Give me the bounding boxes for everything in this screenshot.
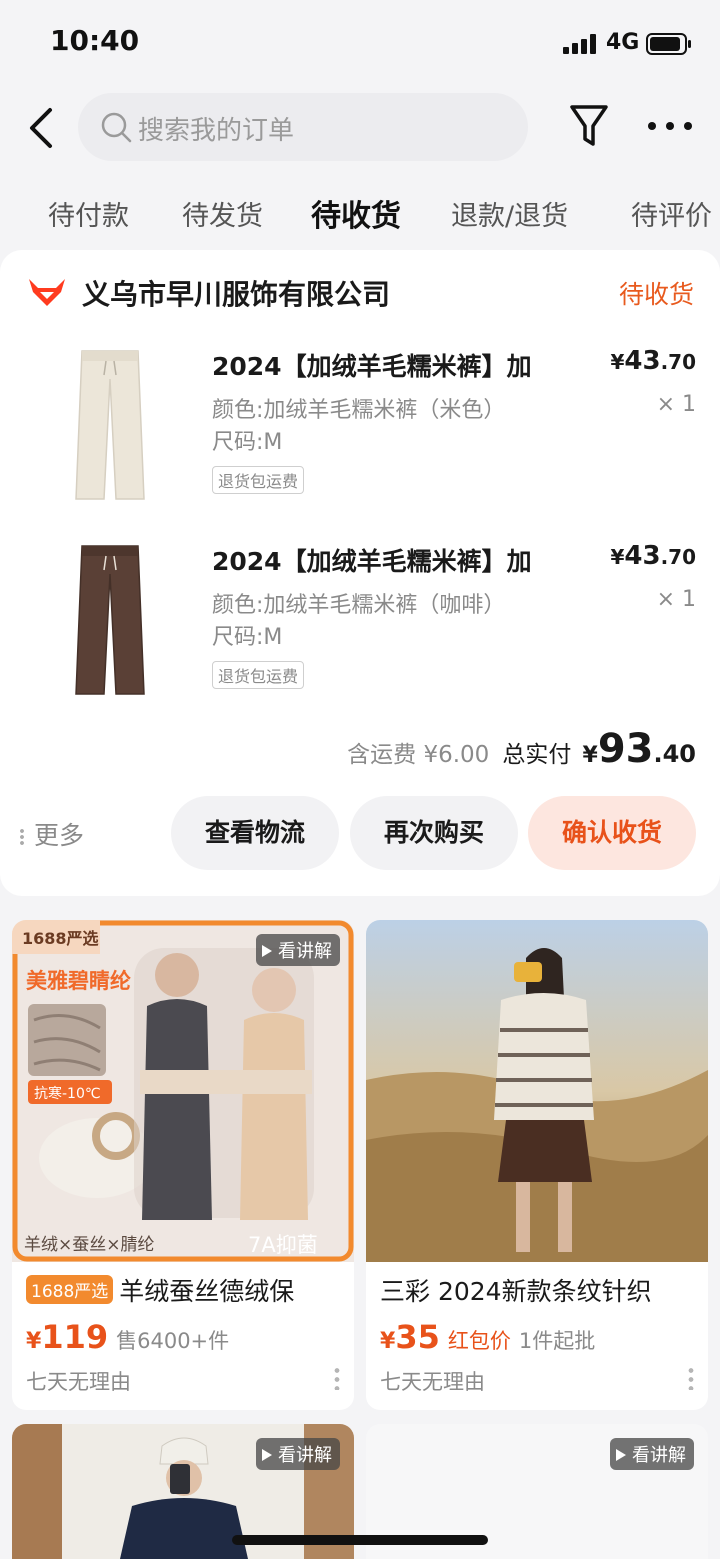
status-bar: 10:40 4G <box>0 0 720 88</box>
order-status: 待收货 <box>618 280 694 309</box>
total-currency: ¥ <box>582 743 598 768</box>
card-more-icon[interactable] <box>334 1366 340 1390</box>
buy-again-button[interactable]: 再次购买 <box>350 796 518 870</box>
product-image-coffee-pants <box>75 545 145 695</box>
recommended-product-card[interactable]: 三彩 2024新款条纹针织 ¥35 红包价 1件起批 七天无理由 <box>366 920 708 1410</box>
tab-pending-receipt[interactable]: 待收货 <box>311 191 401 235</box>
more-options-icon[interactable] <box>644 110 696 142</box>
tab-pending-review[interactable]: 待评价 <box>631 194 712 233</box>
svg-text:1688严选: 1688严选 <box>22 929 99 948</box>
item-size: 尺码:M <box>212 430 283 455</box>
product-image-knit-cardigan <box>366 920 708 1262</box>
total-amount: 93 <box>597 726 654 772</box>
watch-explanation-chip[interactable]: 看讲解 <box>256 934 340 966</box>
item-quantity: × 1 <box>656 587 696 612</box>
battery-icon <box>646 33 691 55</box>
item-quantity: × 1 <box>656 392 696 417</box>
order-item[interactable]: 2024【加绒羊毛糯米裤】加 颜色:加绒羊毛糯米裤（米色） 尺码:M 退货包运费… <box>0 345 720 525</box>
search-input[interactable]: 搜索我的订单 <box>78 93 528 161</box>
product-image-thermal-wear: 1688严选 美雅碧睛纶 抗寒-10℃ 羊绒×蚕丝×腈纶 7A抑菌 <box>12 920 354 1262</box>
return-policy-note: 七天无理由 <box>380 1370 485 1394</box>
product-title: 三彩 2024新款条纹针织 <box>380 1277 652 1306</box>
order-total: 含运费 ¥6.00 总实付 ¥93.40 <box>347 726 696 772</box>
watch-explanation-chip[interactable]: 看讲解 <box>610 1438 694 1470</box>
svg-text:美雅碧睛纶: 美雅碧睛纶 <box>26 969 131 993</box>
item-price: ¥43.70 <box>610 541 696 571</box>
product-title: 1688严选 羊绒蚕丝德绒保 <box>26 1272 344 1308</box>
network-label: 4G <box>606 30 640 55</box>
svg-text:抗寒-10℃: 抗寒-10℃ <box>34 1085 101 1102</box>
item-size: 尺码:M <box>212 625 283 650</box>
return-shipping-tag: 退货包运费 <box>212 661 305 689</box>
total-label: 总实付 <box>502 742 572 768</box>
watch-explanation-chip[interactable]: 看讲解 <box>256 1438 340 1470</box>
item-title: 2024【加绒羊毛糯米裤】加 <box>212 352 532 381</box>
search-placeholder: 搜索我的订单 <box>138 116 295 146</box>
item-spec: 颜色:加绒羊毛糯米裤（米色） <box>212 398 506 423</box>
svg-text:羊绒×蚕丝×腈纶: 羊绒×蚕丝×腈纶 <box>24 1235 155 1255</box>
tab-pending-payment[interactable]: 待付款 <box>48 194 129 233</box>
shop-logo-icon[interactable] <box>28 276 66 308</box>
more-actions-link[interactable]: 更多 <box>20 816 84 852</box>
home-indicator[interactable] <box>232 1535 488 1545</box>
shop-name[interactable]: 义乌市早川服饰有限公司 <box>82 273 390 313</box>
product-price: ¥119 售6400+件 <box>26 1318 230 1356</box>
svg-text:7A抑菌: 7A抑菌 <box>248 1233 318 1257</box>
tab-pending-shipment[interactable]: 待发货 <box>182 194 263 233</box>
order-item[interactable]: 2024【加绒羊毛糯米裤】加 颜色:加绒羊毛糯米裤（咖啡） 尺码:M 退货包运费… <box>0 540 720 720</box>
return-policy-note: 七天无理由 <box>26 1370 131 1394</box>
confirm-receipt-button[interactable]: 确认收货 <box>528 796 696 870</box>
card-more-icon[interactable] <box>688 1366 694 1390</box>
play-icon <box>262 945 272 957</box>
recommended-product-card[interactable]: 1688严选 美雅碧睛纶 抗寒-10℃ 羊绒×蚕丝×腈纶 7A抑菌 看讲解 16… <box>12 920 354 1410</box>
vertical-dots-icon <box>20 828 24 846</box>
back-icon[interactable] <box>24 106 64 150</box>
search-icon <box>101 112 132 143</box>
return-shipping-tag: 退货包运费 <box>212 466 305 494</box>
item-title: 2024【加绒羊毛糯米裤】加 <box>212 547 532 576</box>
status-time: 10:40 <box>50 24 140 57</box>
order-card: 义乌市早川服饰有限公司 待收货 2024【加绒羊毛糯米裤】加 颜色:加绒羊毛糯米… <box>0 250 720 896</box>
view-logistics-button[interactable]: 查看物流 <box>171 796 339 870</box>
product-image-beige-pants <box>75 350 145 500</box>
signal-icon <box>563 34 596 54</box>
selection-badge: 1688严选 <box>26 1275 114 1304</box>
shipping-fee: 含运费 ¥6.00 <box>347 742 490 768</box>
total-decimal: .40 <box>653 740 696 768</box>
product-price: ¥35 红包价 1件起批 <box>380 1318 596 1356</box>
item-spec: 颜色:加绒羊毛糯米裤（咖啡） <box>212 593 506 618</box>
tab-refund[interactable]: 退款/退货 <box>451 194 568 233</box>
play-icon <box>616 1449 626 1461</box>
order-tabs: 待付款 待发货 待收货 退款/退货 待评价 <box>0 180 720 244</box>
item-price: ¥43.70 <box>610 346 696 376</box>
filter-icon[interactable] <box>568 102 610 150</box>
play-icon <box>262 1449 272 1461</box>
